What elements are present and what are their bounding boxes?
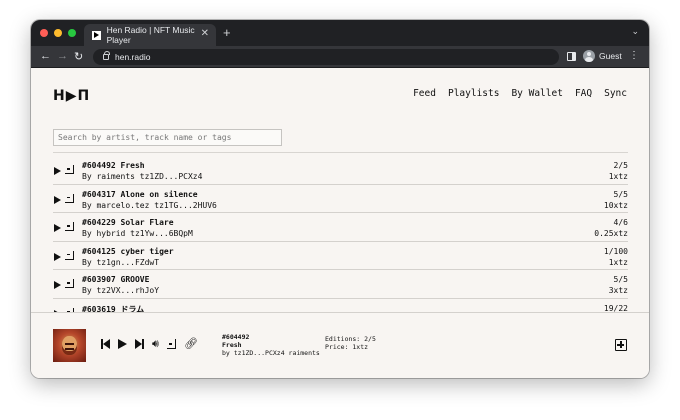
nav-playlists[interactable]: Playlists <box>448 88 499 99</box>
track-editions: 5/5 <box>613 275 628 284</box>
now-playing-id: #604492 <box>222 333 250 341</box>
now-playing-meta: Editions: 2/5 Price: 1xtz <box>325 335 376 351</box>
track-price: 0.25xtz <box>594 229 628 238</box>
profile-label: Guest <box>599 51 622 61</box>
nav-faq[interactable]: FAQ <box>575 88 592 99</box>
track-artist[interactable]: By raiments tz1ZD...PCXz4 <box>82 172 202 181</box>
divider <box>53 152 628 153</box>
add-to-queue-icon[interactable] <box>65 193 74 203</box>
add-to-queue-icon[interactable] <box>65 250 74 260</box>
url-text: hen.radio <box>115 52 151 62</box>
tab-close-icon[interactable]: ✕ <box>201 28 209 39</box>
play-icon[interactable] <box>54 224 61 232</box>
forward-icon[interactable]: → <box>57 50 68 62</box>
window-controls <box>40 29 76 37</box>
table-row[interactable]: #604229 Solar Flare By hybrid tz1Yw...6B… <box>53 213 628 242</box>
address-bar[interactable]: hen.radio <box>93 49 559 65</box>
browser-window: Hen Radio | NFT Music Player ✕ + ⌄ ← → ↻… <box>31 20 649 378</box>
queue-icon[interactable] <box>166 339 176 349</box>
table-row[interactable]: #604317 Alone on silence By marcelo.tez … <box>53 185 628 213</box>
tab-title: Hen Radio | NFT Music Player <box>106 25 195 45</box>
now-playing: #604492 Fresh by tz1ZD...PCXz4 raiments <box>222 333 320 357</box>
now-playing-price: Price: 1xtz <box>325 343 369 351</box>
profile-button[interactable]: Guest <box>583 50 622 62</box>
audio-player: 🔊︎ 🔗︎ #604492 Fresh by tz1ZD...PCXz4 rai… <box>31 312 649 378</box>
volume-icon[interactable]: 🔊︎ <box>152 339 159 350</box>
close-window-button[interactable] <box>40 29 48 37</box>
track-title: #604317 Alone on silence <box>82 189 198 199</box>
track-price: 1xtz <box>608 172 628 181</box>
add-to-playlist-icon[interactable] <box>615 339 627 351</box>
avatar-icon <box>583 50 595 62</box>
nav-by-wallet[interactable]: By Wallet <box>511 88 562 99</box>
track-editions: 4/6 <box>613 218 628 227</box>
browser-toolbar: ← → ↻ hen.radio Guest ⋮ <box>31 46 649 68</box>
track-price: 10xtz <box>603 200 628 210</box>
tab-strip: Hen Radio | NFT Music Player ✕ + ⌄ <box>31 20 649 46</box>
browser-tab[interactable]: Hen Radio | NFT Music Player ✕ <box>84 24 216 46</box>
search-input[interactable] <box>53 129 282 146</box>
minimize-window-button[interactable] <box>54 29 62 37</box>
track-price: 1xtz <box>608 257 628 267</box>
reload-icon[interactable]: ↻ <box>74 50 83 63</box>
track-title: #604492 Fresh <box>82 161 145 170</box>
previous-icon[interactable] <box>101 339 110 349</box>
track-editions: 2/5 <box>613 161 628 170</box>
nav-sync[interactable]: Sync <box>604 88 627 99</box>
link-icon[interactable]: 🔗︎ <box>184 339 198 350</box>
favicon-icon <box>92 30 101 40</box>
track-artist[interactable]: By tz1gn...FZdwT <box>82 258 159 267</box>
now-playing-artist[interactable]: by tz1ZD...PCXz4 raiments <box>222 349 320 357</box>
add-to-queue-icon[interactable] <box>65 222 74 231</box>
nav-feed[interactable]: Feed <box>413 88 436 99</box>
track-price: 3xtz <box>608 286 628 295</box>
back-icon[interactable]: ← <box>40 50 51 62</box>
menu-icon[interactable]: ⋮ <box>629 50 639 61</box>
track-artist[interactable]: By hybrid tz1Yw...6BQpM <box>82 229 193 238</box>
track-editions: 1/100 <box>603 246 628 256</box>
track-list: #604492 Fresh By raiments tz1ZD...PCXz4 … <box>53 156 628 327</box>
side-panel-icon[interactable] <box>567 52 576 61</box>
play-icon[interactable] <box>54 195 61 204</box>
track-title: #603907 GROOVE <box>82 275 150 284</box>
add-to-queue-icon[interactable] <box>65 165 74 174</box>
next-icon[interactable] <box>135 339 144 349</box>
table-row[interactable]: #604125 cyber tiger By tz1gn...FZdwT 1/1… <box>53 242 628 270</box>
lock-icon <box>103 51 110 60</box>
play-icon[interactable] <box>54 252 61 261</box>
cover-art <box>53 329 86 362</box>
add-to-queue-icon[interactable] <box>65 279 74 288</box>
table-row[interactable]: #603907 GROOVE By tz2VX...rhJoY 5/5 3xtz <box>53 270 628 299</box>
track-editions: 5/5 <box>613 189 628 199</box>
tab-search-icon[interactable]: ⌄ <box>631 26 639 37</box>
track-artist[interactable]: By marcelo.tez tz1TG...2HUV6 <box>82 201 217 210</box>
track-artist[interactable]: By tz2VX...rhJoY <box>82 286 159 295</box>
table-row[interactable]: #604492 Fresh By raiments tz1ZD...PCXz4 … <box>53 156 628 185</box>
site-logo[interactable]: H▶П <box>53 88 90 104</box>
play-pause-icon[interactable] <box>118 339 127 349</box>
play-icon[interactable] <box>54 281 61 289</box>
main-nav: Feed Playlists By Wallet FAQ Sync <box>413 88 627 99</box>
now-playing-editions: Editions: 2/5 <box>325 335 376 343</box>
player-controls: 🔊︎ 🔗︎ <box>101 339 198 350</box>
track-title: #604125 cyber tiger <box>82 246 174 256</box>
play-icon[interactable] <box>54 167 61 175</box>
track-title: #604229 Solar Flare <box>82 218 174 227</box>
maximize-window-button[interactable] <box>68 29 76 37</box>
new-tab-button[interactable]: + <box>223 25 231 40</box>
now-playing-title: Fresh <box>222 341 242 349</box>
